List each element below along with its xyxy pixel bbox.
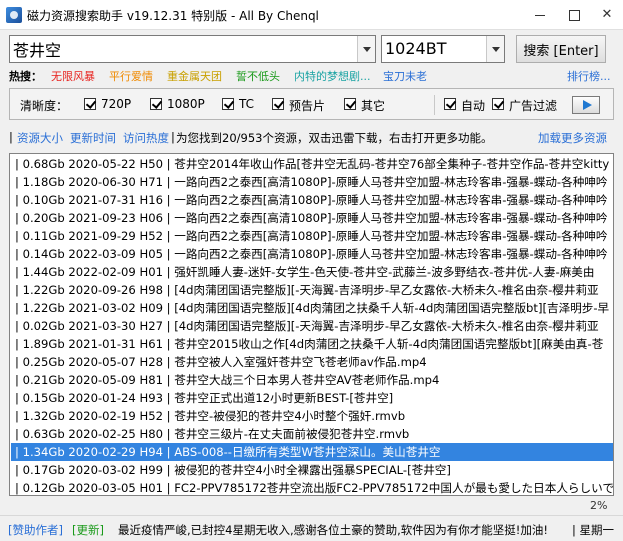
notice-text: 最近疫情严峻,已封控4星期无收入,感谢各位土豪的赞助,软件因为有你才能坚挺!加油… <box>118 523 548 537</box>
chevron-down-icon[interactable] <box>357 36 375 62</box>
search-button[interactable]: 搜索 [Enter] <box>516 35 606 63</box>
hot-link[interactable]: 重金属天团 <box>167 68 222 84</box>
result-row[interactable]: | 0.21Gb 2020-05-09 H81 | 苍井空大战三个日本男人苍井空… <box>11 371 613 389</box>
check-icon <box>272 98 284 110</box>
magnet-app-icon <box>6 7 22 23</box>
title-bar: 磁力资源搜索助手 v19.12.31 特别版 - All By Chenql ✕ <box>0 0 623 30</box>
hot-link[interactable]: 平行爱情 <box>109 68 153 84</box>
check-icon <box>222 98 234 110</box>
result-row[interactable]: | 1.22Gb 2021-03-02 H09 | [4d肉蒲团国语完整版][4… <box>11 299 613 317</box>
result-row[interactable]: | 0.02Gb 2021-03-30 H27 | [4d肉蒲团国语完整版][-… <box>11 317 613 335</box>
minimize-button[interactable] <box>523 0 557 30</box>
maximize-button[interactable] <box>557 0 591 30</box>
sort-by-heat-link[interactable]: 访问热度 <box>123 130 169 146</box>
search-combobox[interactable] <box>9 35 376 63</box>
result-row[interactable]: | 1.34Gb 2020-02-29 H94 | ABS-008--日缴所有类… <box>11 443 613 461</box>
result-row[interactable]: | 1.32Gb 2020-02-19 H52 | 苍井空-被侵犯的苍井空4小时… <box>11 407 613 425</box>
hot-link[interactable]: 宝刀未老 <box>383 68 427 84</box>
update-link[interactable]: [更新] <box>72 522 104 538</box>
hot-link[interactable]: 无限风暴 <box>51 68 95 84</box>
hot-link[interactable]: 誓不低头 <box>236 68 280 84</box>
result-row[interactable]: | 0.68Gb 2020-05-22 H50 | 苍井空2014年收山作品[苍… <box>11 155 613 173</box>
info-bar: | 资源大小 更新时间 访问热度 | 为您找到20/953个资源，双击迅雷下载，… <box>9 128 614 146</box>
bottom-bar: [赞助作者] [更新] 最近疫情严峻,已封控4星期无收入,感谢各位土豪的赞助,软… <box>0 515 623 541</box>
load-more-link[interactable]: 加载更多资源 <box>538 130 607 146</box>
result-row[interactable]: | 1.89Gb 2021-01-31 H61 | 苍井空2015收山之作[4d… <box>11 335 613 353</box>
result-row[interactable]: | 0.25Gb 2020-05-07 H28 | 苍井空被人入室强奸苍井空飞苍… <box>11 353 613 371</box>
weekday-text: | 星期一 <box>572 523 615 537</box>
check-icon <box>444 98 456 110</box>
filter-panel: 清晰度： 720P 1080P TC 预告片 其它 自动 广告过滤 <box>9 88 614 120</box>
check-icon <box>84 98 96 110</box>
result-row[interactable]: | 0.12Gb 2020-03-05 H01 | FC2-PPV785172苍… <box>11 479 613 495</box>
check-icon <box>492 98 504 110</box>
engine-select[interactable]: 1024BT <box>381 35 505 63</box>
sort-by-time-link[interactable]: 更新时间 <box>70 130 116 146</box>
result-count-text: 为您找到20/953个资源，双击迅雷下载，右击打开更多功能。 <box>176 131 493 145</box>
divider <box>434 95 435 115</box>
result-row[interactable]: | 0.20Gb 2021-09-23 H06 | 一路向西2之泰西[高清108… <box>11 209 613 227</box>
check-icon <box>344 98 356 110</box>
result-row[interactable]: | 1.18Gb 2020-06-30 H71 | 一路向西2之泰西[高清108… <box>11 173 613 191</box>
result-row[interactable]: | 0.11Gb 2021-09-29 H52 | 一路向西2之泰西[高清108… <box>11 227 613 245</box>
result-row[interactable]: | 0.17Gb 2020-03-02 H99 | 被侵犯的苍井空4小时全裸露出… <box>11 461 613 479</box>
chevron-down-icon[interactable] <box>486 36 504 62</box>
check-icon <box>150 98 162 110</box>
result-row[interactable]: | 0.63Gb 2020-02-25 H80 | 苍井空三级片-在丈夫面前被侵… <box>11 425 613 443</box>
list-status: 2% <box>9 496 614 514</box>
result-row[interactable]: | 1.22Gb 2020-09-26 H98 | [4d肉蒲团国语完整版][-… <box>11 281 613 299</box>
sponsor-link[interactable]: [赞助作者] <box>8 522 63 538</box>
play-button[interactable] <box>572 96 600 114</box>
result-row[interactable]: | 0.15Gb 2020-01-24 H93 | 苍井空正式出道12小时更新B… <box>11 389 613 407</box>
window-title: 磁力资源搜索助手 v19.12.31 特别版 - All By Chenql <box>27 9 319 23</box>
hot-label: 热搜： <box>9 70 42 83</box>
close-button[interactable]: ✕ <box>591 0 623 30</box>
result-row[interactable]: | 0.10Gb 2021-07-31 H16 | 一路向西2之泰西[高清108… <box>11 191 613 209</box>
result-row[interactable]: | 0.14Gb 2022-03-09 H05 | 一路向西2之泰西[高清108… <box>11 245 613 263</box>
engine-value: 1024BT <box>385 39 447 58</box>
hot-link[interactable]: 内特的梦想剧... <box>294 68 371 84</box>
sort-by-size-link[interactable]: 资源大小 <box>17 130 63 146</box>
ranking-link[interactable]: 排行榜... <box>567 68 611 84</box>
result-row[interactable]: | 1.44Gb 2022-02-09 H01 | 强奸凯睡人妻-迷奸-女学生-… <box>11 263 613 281</box>
progress-percent: 2% <box>590 499 608 512</box>
hot-search-bar: 热搜： 无限风暴 平行爱情 重金属天团 誓不低头 内特的梦想剧... 宝刀未老 … <box>9 66 615 84</box>
separator: | <box>9 130 13 144</box>
results-list[interactable]: | 0.68Gb 2020-05-22 H50 | 苍井空2014年收山作品[苍… <box>9 153 614 496</box>
resolution-label: 清晰度： <box>20 99 69 113</box>
separator: | <box>171 130 175 144</box>
search-input[interactable] <box>10 36 358 62</box>
